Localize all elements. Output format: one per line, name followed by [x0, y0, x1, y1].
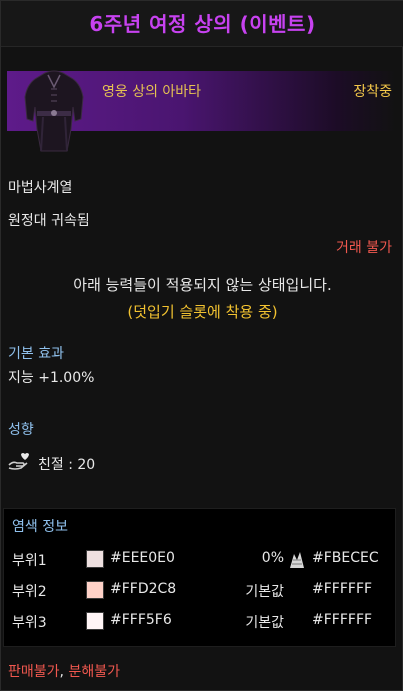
dye-color-swatch: [86, 581, 104, 599]
basic-effect-label: 기본 효과: [8, 346, 64, 362]
dye-pattern-icon: [286, 550, 308, 570]
dye-pattern-hex: #FFFFFF: [312, 612, 373, 628]
dye-gloss-value: 0%: [261, 550, 284, 566]
dye-pattern-hex: #FFFFFF: [312, 581, 373, 597]
dye-color-swatch: [86, 612, 104, 630]
trade-status: 거래 불가: [336, 240, 392, 256]
item-tooltip: 6주년 여정 상의 (이벤트) 영웅 상의 아바타 장착중 마법사계열 원정대 …: [0, 0, 403, 691]
dye-color-hex: #FFF5F6: [110, 612, 172, 628]
robe-icon: [24, 70, 84, 152]
dye-part: 부위3: [12, 615, 47, 631]
dye-info-label: 염색 정보: [12, 519, 68, 535]
dye-info-panel: 염색 정보 부위1 #EEE0E0 0% #FBECEC 부위2 #FFD2C8…: [3, 508, 396, 647]
warning-line-2: (덧입기 슬롯에 착용 중): [127, 303, 278, 321]
tendency-label: 성향: [8, 422, 34, 438]
footer-restrictions: 판매불가, 분해불가: [8, 661, 120, 681]
bind-status: 원정대 귀속됨: [8, 213, 90, 229]
dye-part: 부위2: [12, 584, 47, 600]
dye-pattern-swatch: [286, 612, 308, 632]
sell-status: 판매불가: [8, 664, 60, 680]
dye-color-hex: #EEE0E0: [110, 550, 175, 566]
item-banner: 영웅 상의 아바타 장착중: [7, 70, 396, 152]
warning-line-1: 아래 능력들이 적용되지 않는 상태입니다.: [73, 276, 332, 294]
dye-row: 부위1 #EEE0E0 0% #FBECEC: [12, 548, 392, 570]
job-class: 마법사계열: [8, 180, 73, 196]
dye-pattern-swatch: [286, 581, 308, 601]
dye-row: 부위3 #FFF5F6 기본값 #FFFFFF: [12, 610, 392, 632]
dye-row: 부위2 #FFD2C8 기본값 #FFFFFF: [12, 579, 392, 601]
dye-color-swatch: [86, 550, 104, 568]
dye-color-hex: #FFD2C8: [110, 581, 177, 597]
dye-gloss-value: 기본값: [245, 584, 284, 600]
basic-effect-value: 지능 +1.00%: [8, 370, 95, 386]
item-title: 6주년 여정 상의 (이벤트): [89, 12, 316, 36]
equip-status: 장착중: [353, 84, 392, 100]
dye-gloss-value: 기본값: [245, 615, 284, 631]
dye-pattern-hex: #FBECEC: [312, 550, 379, 566]
item-grade-name: 영웅 상의 아바타: [102, 84, 202, 100]
dismantle-status: 분해불가: [68, 664, 120, 680]
tooltip-title-bar: 6주년 여정 상의 (이벤트): [1, 1, 403, 47]
hand-heart-icon: [8, 453, 29, 470]
tendency-value: 친절 : 20: [38, 457, 96, 473]
dye-part: 부위1: [12, 553, 47, 569]
